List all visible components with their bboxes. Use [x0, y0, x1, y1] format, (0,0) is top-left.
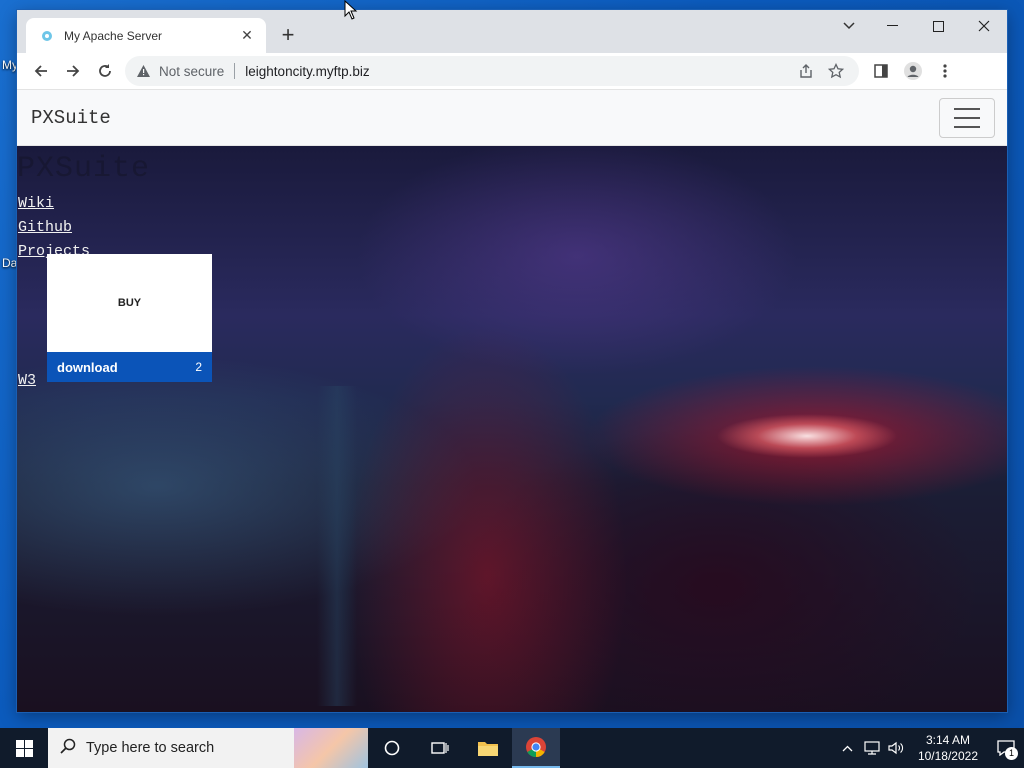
browser-window: My Apache Server ✕ + Not secure leighton…	[17, 10, 1007, 712]
hero-background: PXSuite	[17, 146, 1007, 712]
system-clock[interactable]: 3:14 AM 10/18/2022	[908, 732, 988, 764]
mouse-cursor-icon	[344, 0, 358, 25]
network-icon[interactable]	[860, 741, 884, 755]
desktop-icon-label-my[interactable]: My	[2, 58, 18, 72]
browser-tab[interactable]: My Apache Server ✕	[26, 18, 266, 53]
hero-light-streak	[317, 386, 357, 706]
minimize-icon[interactable]	[869, 10, 915, 42]
page-viewport: PXSuite PXSuite Wiki Github Projects W3 …	[17, 90, 1007, 712]
buy-button[interactable]: BUY	[47, 254, 212, 352]
toolbar-right	[865, 56, 961, 86]
not-secure-label[interactable]: Not secure	[159, 64, 224, 79]
tab-search-chevron-icon[interactable]	[829, 10, 869, 42]
new-tab-button[interactable]: +	[275, 23, 301, 49]
link-wiki[interactable]: Wiki	[18, 192, 90, 216]
window-controls	[829, 10, 1007, 42]
buy-label: BUY	[117, 297, 142, 309]
site-navbar: PXSuite	[17, 90, 1007, 146]
tab-close-icon[interactable]: ✕	[238, 27, 256, 44]
forward-arrow-icon[interactable]	[57, 56, 89, 86]
search-placeholder: Type here to search	[86, 740, 215, 756]
notification-count-badge: 1	[1005, 747, 1018, 760]
close-window-icon[interactable]	[961, 10, 1007, 42]
link-w3[interactable]: W3	[18, 372, 36, 389]
browser-toolbar: Not secure leightoncity.myftp.biz	[17, 53, 1007, 90]
menu-kebab-icon[interactable]	[929, 56, 961, 86]
tab-strip: My Apache Server ✕ +	[17, 10, 1007, 53]
hamburger-line	[954, 116, 980, 119]
side-panel-icon[interactable]	[865, 56, 897, 86]
globe-favicon-icon	[40, 29, 54, 43]
download-card: BUY download 2	[47, 254, 212, 382]
show-hidden-icons-chevron-icon[interactable]	[836, 745, 860, 752]
share-icon[interactable]	[791, 58, 821, 84]
notification-center-icon[interactable]: 1	[988, 728, 1024, 768]
file-explorer-folder-icon[interactable]	[464, 728, 512, 768]
task-view-icon[interactable]	[416, 728, 464, 768]
clock-time: 3:14 AM	[925, 733, 970, 747]
url-text[interactable]: leightoncity.myftp.biz	[245, 64, 791, 79]
hamburger-menu-button[interactable]	[939, 97, 995, 138]
site-brand[interactable]: PXSuite	[31, 107, 111, 129]
address-bar[interactable]: Not secure leightoncity.myftp.biz	[125, 56, 859, 86]
chrome-taskbar-icon[interactable]	[512, 728, 560, 768]
maximize-icon[interactable]	[915, 10, 961, 42]
search-icon	[60, 738, 76, 759]
desktop-icon-label-da[interactable]: Da	[2, 256, 17, 270]
link-github[interactable]: Github	[18, 216, 90, 240]
download-button[interactable]: download 2	[47, 352, 212, 382]
system-tray: 3:14 AM 10/18/2022 1	[836, 728, 1024, 768]
tab-title: My Apache Server	[64, 28, 163, 43]
profile-avatar-icon[interactable]	[897, 56, 929, 86]
start-windows-icon[interactable]	[0, 728, 48, 768]
hamburger-line	[954, 107, 980, 110]
cortana-circle-icon[interactable]	[368, 728, 416, 768]
hamburger-line	[954, 125, 980, 128]
taskbar-search-box[interactable]: Type here to search	[48, 728, 368, 768]
reload-icon[interactable]	[89, 56, 121, 86]
hero-ghost-title: PXSuite	[17, 152, 151, 186]
bookmark-star-icon[interactable]	[821, 58, 851, 84]
address-separator	[234, 63, 236, 79]
warning-triangle-icon[interactable]	[135, 63, 151, 79]
download-label: download	[57, 359, 118, 375]
windows-taskbar: Type here to search 3:14 AM 10/18/2022 1	[0, 728, 1024, 768]
back-arrow-icon[interactable]	[25, 56, 57, 86]
download-count: 2	[195, 360, 202, 374]
search-highlight-image	[294, 728, 368, 768]
clock-date: 10/18/2022	[917, 749, 978, 763]
volume-icon[interactable]	[884, 741, 908, 755]
